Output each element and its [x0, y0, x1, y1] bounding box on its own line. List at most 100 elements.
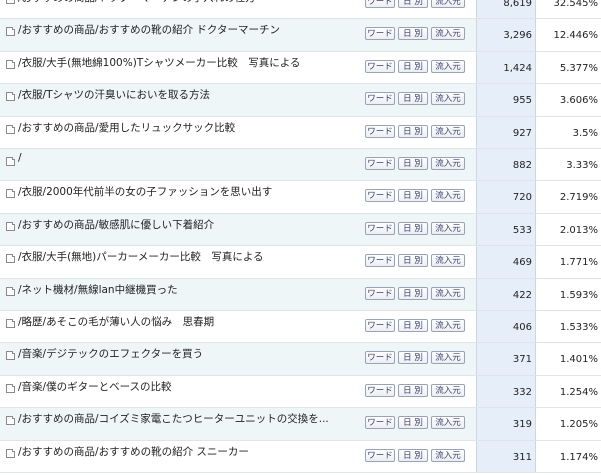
word-button[interactable]: ワード: [365, 157, 395, 170]
pageview-count: 311: [477, 440, 536, 472]
word-button[interactable]: ワード: [365, 59, 395, 73]
page-path-link[interactable]: /: [18, 152, 22, 164]
page-cell: / ワード日 別流入元: [0, 149, 477, 181]
pageview-percent: 1.401%: [536, 343, 601, 375]
word-button[interactable]: ワード: [365, 221, 395, 235]
word-button[interactable]: ワード: [365, 383, 395, 397]
table-row: /おすすめの商品/おすすめの靴の紹介 ドクターマーチン ワード日 別流入元 3,29…: [0, 19, 601, 52]
daily-button[interactable]: 日 別: [398, 157, 428, 170]
pageview-count: 3,296: [477, 19, 536, 51]
page-cell: /おすすめの商品/おすすめの靴の紹介 ドクターマーチン ワード日 別流入元: [0, 19, 477, 51]
word-button[interactable]: ワード: [365, 254, 395, 268]
row-actions: ワード日 別流入元: [365, 189, 465, 203]
page-icon: [6, 124, 15, 134]
word-button[interactable]: ワード: [365, 189, 395, 203]
daily-button[interactable]: 日 別: [398, 286, 428, 300]
daily-button[interactable]: 日 別: [398, 92, 428, 106]
daily-button[interactable]: 日 別: [398, 448, 428, 462]
daily-button[interactable]: 日 別: [398, 27, 428, 41]
page-path-link[interactable]: /おすすめの商品/コイズミ家電こたつヒーターユニットの交換を...: [18, 411, 329, 426]
page-icon: [6, 189, 15, 199]
source-button[interactable]: 流入元: [431, 416, 465, 430]
row-actions: ワード日 別流入元: [365, 254, 465, 268]
page-icon: [6, 351, 15, 361]
pageview-percent: 1.205%: [536, 408, 601, 440]
pageview-percent: 12.446%: [536, 19, 601, 51]
page-cell: /衣服/Tシャツの汗臭いにおいを取る方法 ワード日 別流入元: [0, 84, 477, 116]
daily-button[interactable]: 日 別: [398, 383, 428, 397]
source-button[interactable]: 流入元: [431, 189, 465, 203]
pageview-percent: 1.771%: [536, 246, 601, 278]
page-cell: /おすすめの商品/ドクターマーチンの手入れの仕方 ワード日 別流入元: [0, 0, 477, 19]
word-button[interactable]: ワード: [365, 286, 395, 300]
word-button[interactable]: ワード: [365, 319, 395, 332]
source-button[interactable]: 流入元: [431, 0, 465, 8]
pageview-count: 371: [477, 343, 536, 375]
page-icon: [6, 157, 15, 166]
page-icon: [6, 221, 15, 231]
daily-button[interactable]: 日 別: [398, 319, 428, 332]
table-row: /ネット機材/無線lan中継機買った ワード日 別流入元 422 1.593%: [0, 278, 601, 311]
source-button[interactable]: 流入元: [431, 221, 465, 235]
page-path-link[interactable]: /おすすめの商品/敏感肌に優しい下着紹介: [18, 217, 214, 232]
row-actions: ワード日 別流入元: [365, 448, 465, 462]
page-path-link[interactable]: /おすすめの商品/おすすめの靴の紹介 スニーカー: [18, 444, 249, 459]
word-button[interactable]: ワード: [365, 416, 395, 430]
source-button[interactable]: 流入元: [431, 319, 465, 332]
page-path-link[interactable]: /音楽/僕のギターとベースの比較: [18, 379, 172, 394]
row-actions: ワード日 別流入元: [365, 157, 465, 170]
source-button[interactable]: 流入元: [431, 92, 465, 106]
daily-button[interactable]: 日 別: [398, 189, 428, 203]
source-button[interactable]: 流入元: [431, 27, 465, 41]
page-path-link[interactable]: /ネット機材/無線lan中継機買った: [18, 282, 178, 297]
word-button[interactable]: ワード: [365, 448, 395, 462]
source-button[interactable]: 流入元: [431, 286, 465, 300]
daily-button[interactable]: 日 別: [398, 416, 428, 430]
row-actions: ワード日 別流入元: [365, 416, 465, 430]
source-button[interactable]: 流入元: [431, 448, 465, 462]
page-cell: /おすすめの商品/敏感肌に優しい下着紹介 ワード日 別流入元: [0, 213, 477, 246]
table-row: /衣服/Tシャツの汗臭いにおいを取る方法 ワード日 別流入元 955 3.606%: [0, 84, 601, 117]
pageview-count: 720: [477, 181, 536, 213]
page-path-link[interactable]: /略歴/あそこの毛が薄い人の悩み 思春期: [18, 314, 214, 329]
row-actions: ワード日 別流入元: [365, 286, 465, 300]
row-actions: ワード日 別流入元: [365, 319, 465, 332]
source-button[interactable]: 流入元: [431, 157, 465, 170]
page-path-link[interactable]: /衣服/2000年代前半の女の子ファッションを思い出す: [18, 184, 272, 199]
daily-button[interactable]: 日 別: [398, 351, 428, 365]
page-path-link[interactable]: /衣服/Tシャツの汗臭いにおいを取る方法: [18, 87, 210, 102]
page-path-link[interactable]: /おすすめの商品/愛用したリュックサック比較: [18, 120, 235, 135]
source-button[interactable]: 流入元: [431, 254, 465, 268]
page-icon: [6, 448, 15, 458]
source-button[interactable]: 流入元: [431, 351, 465, 365]
pageview-percent: 32.545%: [536, 0, 601, 19]
word-button[interactable]: ワード: [365, 351, 395, 365]
word-button[interactable]: ワード: [365, 27, 395, 41]
page-icon: [6, 92, 15, 102]
page-icon: [6, 0, 15, 4]
word-button[interactable]: ワード: [365, 92, 395, 106]
source-button[interactable]: 流入元: [431, 383, 465, 397]
daily-button[interactable]: 日 別: [398, 124, 428, 138]
source-button[interactable]: 流入元: [431, 124, 465, 138]
page-path-link[interactable]: /おすすめの商品/ドクターマーチンの手入れの仕方: [18, 0, 256, 5]
pageview-percent: 1.593%: [536, 278, 601, 310]
page-icon: [6, 383, 15, 393]
daily-button[interactable]: 日 別: [398, 59, 428, 73]
page-cell: /おすすめの商品/コイズミ家電こたつヒーターユニットの交換を... ワード日 別流…: [0, 408, 477, 440]
page-path-link[interactable]: /衣服/大手(無地)パーカーメーカー比較 写真による: [18, 249, 264, 264]
pageview-percent: 2.719%: [536, 181, 601, 213]
source-button[interactable]: 流入元: [431, 59, 465, 73]
daily-button[interactable]: 日 別: [398, 0, 428, 8]
page-path-link[interactable]: /おすすめの商品/おすすめの靴の紹介 ドクターマーチン: [18, 22, 280, 37]
page-path-link[interactable]: /音楽/デジテックのエフェクターを買う: [18, 346, 203, 361]
word-button[interactable]: ワード: [365, 0, 395, 8]
page-path-link[interactable]: /衣服/大手(無地綿100%)Tシャツメーカー比較 写真による: [18, 55, 300, 70]
daily-button[interactable]: 日 別: [398, 221, 428, 235]
page-cell: /衣服/2000年代前半の女の子ファッションを思い出す ワード日 別流入元: [0, 181, 477, 213]
pageview-count: 927: [477, 116, 536, 148]
daily-button[interactable]: 日 別: [398, 254, 428, 268]
table-row: /おすすめの商品/愛用したリュックサック比較 ワード日 別流入元 927 3.5%: [0, 116, 601, 149]
table-row: /おすすめの商品/ドクターマーチンの手入れの仕方 ワード日 別流入元 8,61932…: [0, 0, 601, 20]
word-button[interactable]: ワード: [365, 124, 395, 138]
